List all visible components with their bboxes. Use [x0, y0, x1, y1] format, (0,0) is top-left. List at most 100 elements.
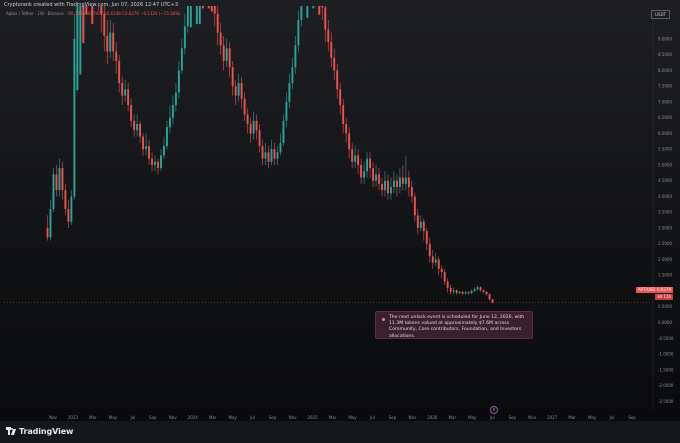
candle-body	[112, 32, 115, 52]
candle-body	[488, 294, 491, 300]
candle-body	[61, 168, 64, 191]
y-tick-label: -1.0000	[658, 352, 674, 357]
y-tick-label: 6.0000	[658, 131, 672, 136]
x-tick-label: Mar	[449, 415, 457, 420]
candle-body	[291, 67, 294, 84]
candle-body	[222, 45, 225, 61]
candle-body	[171, 105, 174, 118]
candle-body	[455, 290, 458, 293]
y-tick-label: 8.0000	[658, 68, 672, 73]
tradingview-logo[interactable]: TradingView	[6, 427, 73, 436]
candle-body	[297, 20, 300, 46]
candle-body	[357, 155, 360, 165]
candle-body	[124, 89, 127, 96]
candle-body	[422, 221, 425, 232]
x-tick-label: Sep	[149, 415, 157, 420]
candle-body	[142, 136, 145, 150]
candle-body	[431, 256, 434, 263]
x-tick-label: Sep	[628, 415, 636, 420]
candle-body	[70, 196, 73, 222]
x-tick-label: Sep	[269, 415, 277, 420]
candle-body	[443, 272, 446, 282]
candle-body	[46, 227, 49, 238]
y-tick-label: -1.5000	[658, 367, 674, 372]
candle-body	[64, 190, 67, 210]
x-tick-label: Mar	[89, 415, 97, 420]
candle-body	[157, 161, 159, 169]
candle-body	[183, 26, 186, 49]
annotation-text: The next unlock event is scheduled for J…	[389, 315, 525, 339]
x-tick-label: Nov	[49, 415, 57, 420]
x-tick-label: Nov	[169, 415, 177, 420]
candle-body	[177, 70, 180, 93]
candle-body	[473, 289, 476, 291]
x-tick-label: 2027	[547, 415, 558, 420]
candle-body	[270, 149, 273, 162]
symbol-label: Aptos / Tether · 1W · Binance	[6, 11, 64, 16]
attribution-text: Cryptorank created with TradingView.com,…	[4, 2, 179, 8]
candle-body	[279, 142, 282, 153]
candle-body	[67, 209, 70, 222]
y-tick-label: 0.0000	[658, 320, 672, 325]
candle-body	[452, 290, 455, 292]
y-tick-label: 7.5000	[658, 84, 672, 89]
candle-body	[372, 168, 374, 181]
candle-body	[168, 117, 171, 128]
candle-body	[58, 168, 61, 191]
candle-body	[390, 187, 392, 194]
candle-body	[404, 177, 407, 184]
candle-body	[237, 83, 240, 96]
candle-body	[219, 32, 222, 46]
unlock-annotation[interactable]: The next unlock event is scheduled for J…	[375, 311, 533, 339]
candle-body	[476, 287, 479, 290]
candle-body	[154, 161, 156, 165]
currency-label[interactable]: USDT	[651, 10, 670, 19]
candle-body	[288, 83, 291, 102]
y-tick-label: 4.5000	[658, 178, 672, 183]
y-tick-label: 2.5000	[658, 241, 672, 246]
candle-body	[163, 146, 165, 156]
price-chart[interactable]: 9.0000 8.0000 7.0000 6.0000 5.0000 4.0000 3.00…	[0, 0, 680, 443]
candle-body	[339, 89, 342, 106]
x-tick-label: Nov	[289, 415, 297, 420]
candle-body	[145, 146, 148, 150]
candle-body	[378, 174, 380, 184]
candle-body	[264, 152, 267, 159]
unlock-event-icon[interactable]: ⚲	[490, 406, 498, 414]
candle-body	[387, 180, 389, 194]
candle-body	[351, 149, 354, 162]
candle-body	[375, 174, 377, 181]
x-tick-label: Nov	[528, 415, 536, 420]
candle-body	[363, 171, 366, 178]
candle-body	[342, 105, 345, 124]
candle-body	[228, 48, 231, 68]
y-tick-label: 0.5000	[658, 304, 672, 309]
x-tick-label: Jul	[129, 415, 135, 420]
candle-body	[333, 57, 336, 71]
candle-body	[324, 7, 327, 30]
candle-body	[267, 152, 270, 162]
x-tick-label: Mar	[568, 415, 576, 420]
candle-body	[419, 221, 422, 228]
candle-body	[395, 180, 398, 188]
candle-body	[413, 196, 416, 216]
candle-body	[401, 177, 404, 184]
brand-name: TradingView	[19, 427, 74, 436]
ohlc-values: O0.7403 H0.7407 L0.6148 C0.6279 −0.1124 …	[67, 11, 181, 16]
candle-body	[273, 149, 276, 159]
x-tick-label: May	[109, 415, 118, 420]
candle-body	[133, 120, 136, 131]
bullet-icon	[382, 318, 385, 321]
candle-body	[330, 42, 333, 58]
candle-body	[252, 120, 255, 134]
candle-body	[398, 177, 401, 188]
candle-body	[360, 164, 363, 178]
candle-body	[437, 259, 440, 269]
candle-body	[416, 215, 419, 228]
candle-body	[348, 133, 351, 150]
y-tick-label: 7.0000	[658, 99, 672, 104]
candle-body	[407, 177, 410, 188]
candle-body	[225, 48, 228, 61]
candle-body	[118, 60, 121, 84]
candle-body	[446, 281, 449, 288]
